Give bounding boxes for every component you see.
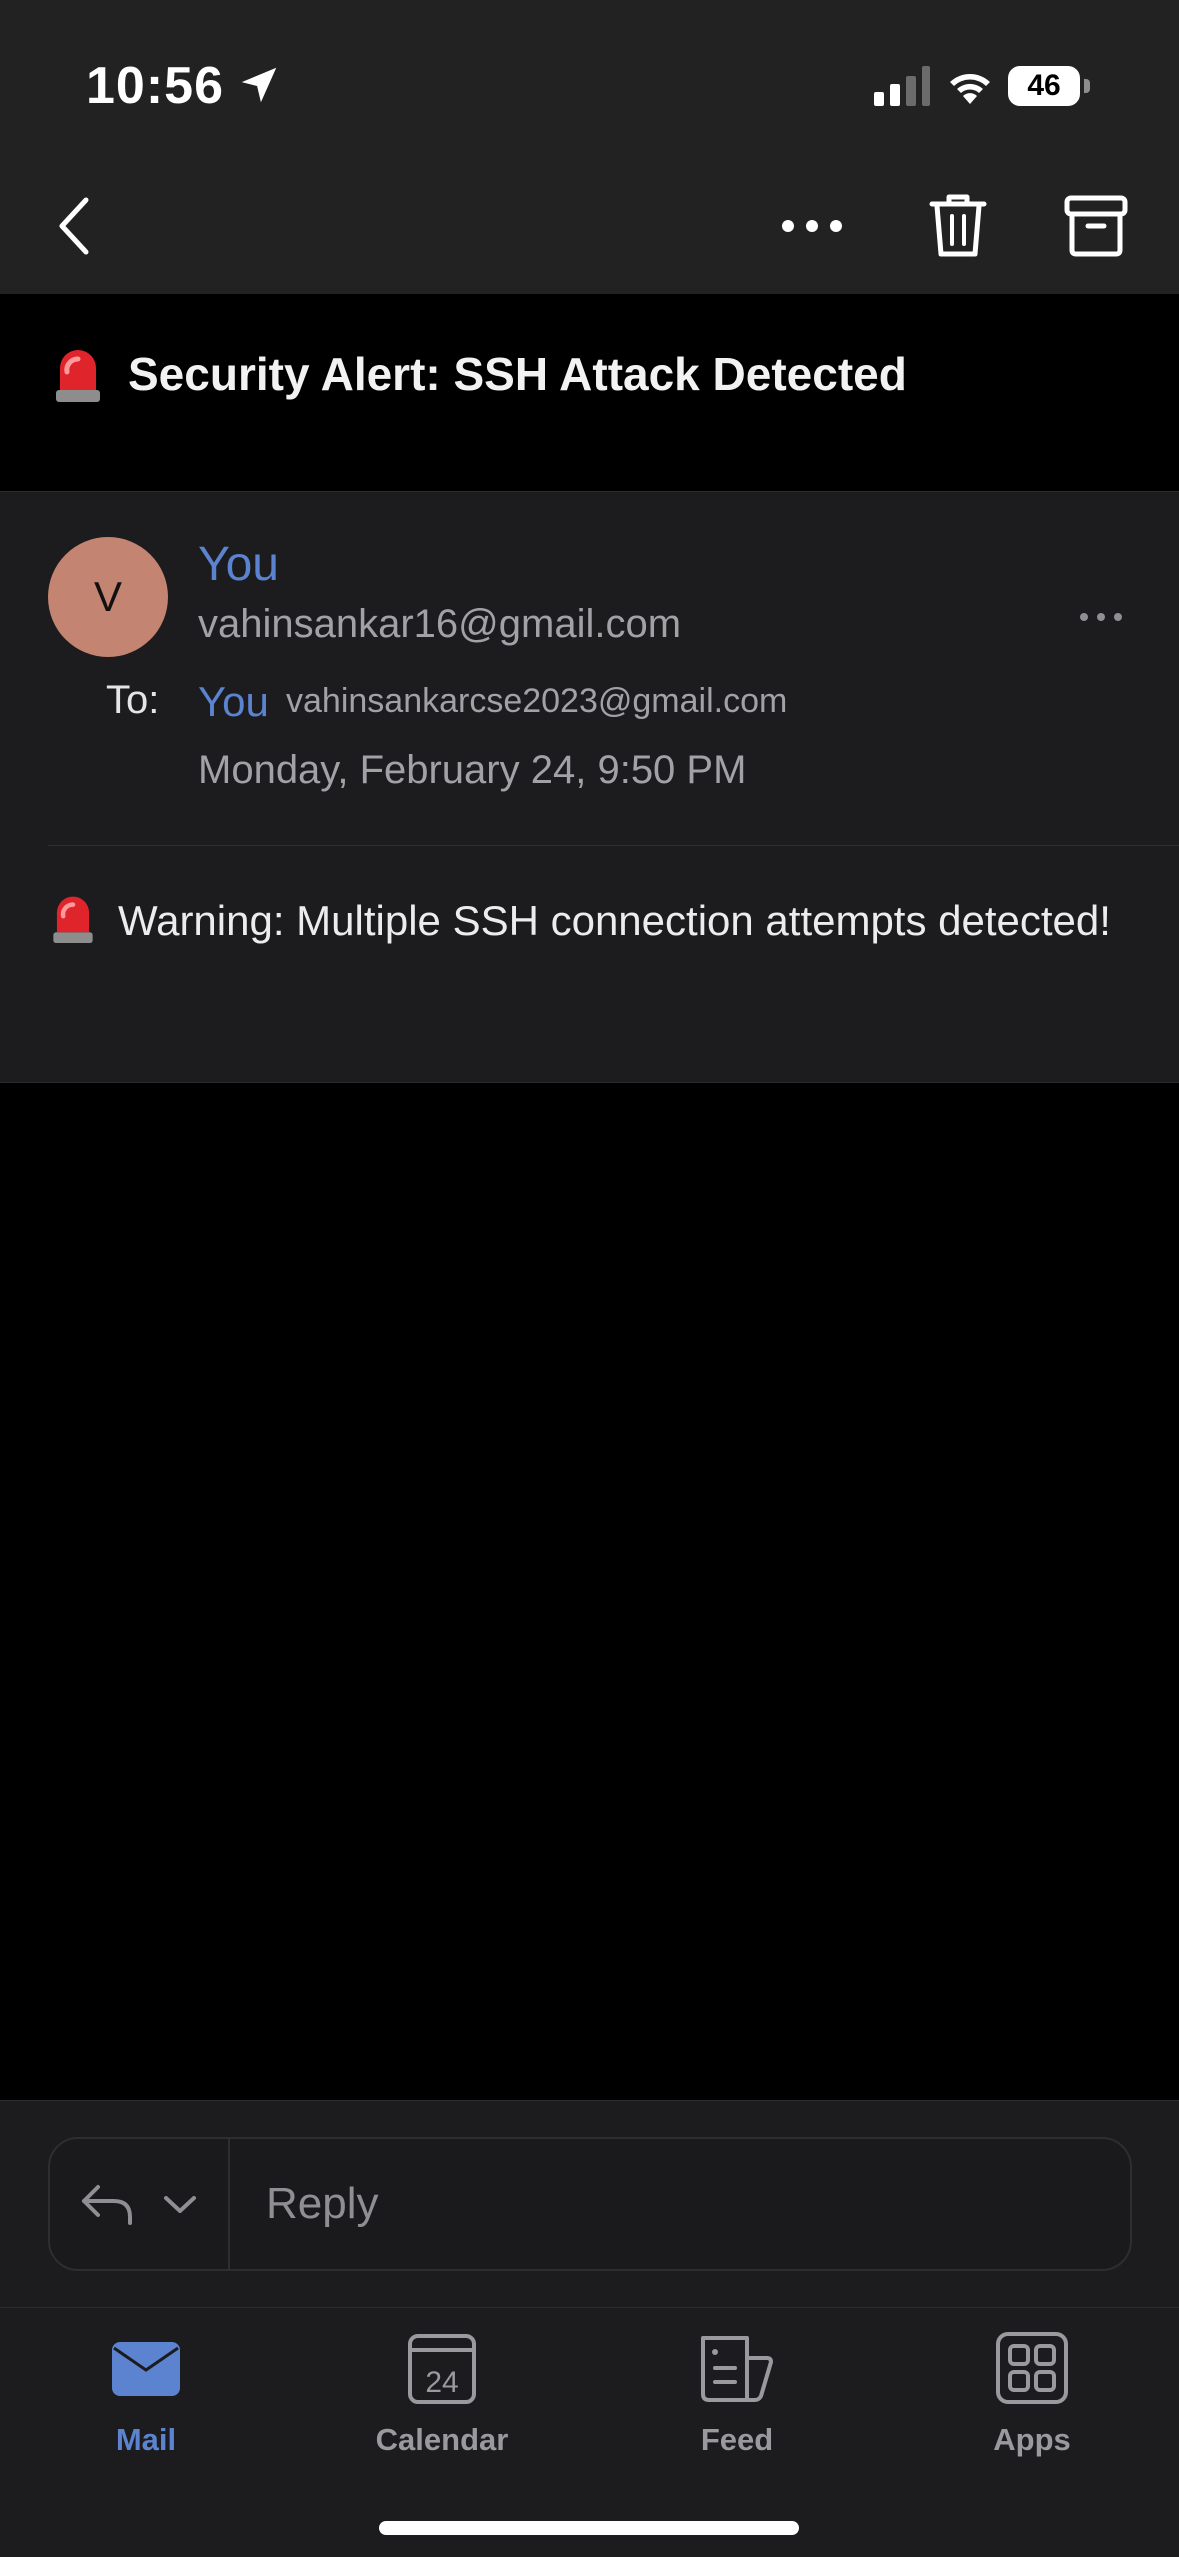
archive-icon[interactable]	[1060, 190, 1132, 262]
wifi-icon	[950, 74, 990, 104]
reply-area: Reply	[0, 2100, 1179, 2308]
header-divider	[48, 845, 1179, 846]
calendar-icon: 24	[408, 2334, 476, 2404]
home-indicator[interactable]	[379, 2521, 799, 2535]
trash-icon[interactable]	[922, 190, 994, 262]
feed-icon	[701, 2336, 773, 2402]
top-bar: 10:56 46	[0, 0, 1179, 294]
email-subject: Security Alert: SSH Attack Detected	[50, 344, 1150, 404]
avatar[interactable]: V	[48, 537, 168, 657]
message-date: Monday, February 24, 9:50 PM	[198, 748, 747, 792]
chevron-down-icon[interactable]	[160, 2187, 200, 2221]
tab-apps-label: Apps	[993, 2422, 1071, 2457]
calendar-day: 24	[425, 2366, 458, 2399]
tab-feed[interactable]: Feed	[622, 2328, 852, 2498]
reply-box[interactable]: Reply	[48, 2137, 1132, 2271]
chevron-left-icon[interactable]	[40, 190, 112, 262]
siren-icon	[53, 896, 93, 943]
tab-calendar-label: Calendar	[375, 2422, 509, 2457]
status-time: 10:56	[86, 57, 224, 115]
subject-text: Security Alert: SSH Attack Detected	[128, 348, 907, 400]
reply-arrow-icon[interactable]	[78, 2179, 136, 2229]
tab-mail-label: Mail	[115, 2422, 177, 2457]
to-label: To:	[106, 678, 160, 722]
sender-name[interactable]: You	[198, 537, 279, 592]
message-card: V You vahinsankar16@gmail.com To: You va…	[0, 491, 1179, 1083]
message-body: Warning: Multiple SSH connection attempt…	[48, 888, 1128, 954]
tab-bar: Mail 24 Calendar Feed Apps	[0, 2307, 1179, 2557]
subject-area: Security Alert: SSH Attack Detected	[0, 294, 1179, 490]
ellipsis-icon[interactable]	[776, 190, 848, 262]
tab-feed-label: Feed	[700, 2422, 774, 2457]
cellular-signal-icon	[874, 66, 930, 106]
reply-options-button[interactable]	[50, 2139, 230, 2269]
tab-calendar[interactable]: 24 Calendar	[327, 2328, 557, 2498]
mail-icon	[112, 2342, 180, 2396]
siren-icon	[56, 350, 100, 402]
sender-email: vahinsankar16@gmail.com	[198, 602, 682, 646]
battery-tip	[1084, 79, 1090, 93]
tab-mail[interactable]: Mail	[31, 2328, 261, 2498]
reply-placeholder[interactable]: Reply	[266, 2139, 379, 2269]
recipient-email: vahinsankarcse2023@gmail.com	[286, 682, 788, 720]
tab-apps[interactable]: Apps	[917, 2328, 1147, 2498]
apps-grid-icon	[996, 2332, 1068, 2404]
message-ellipsis-icon[interactable]	[1076, 602, 1126, 632]
battery-level: 46	[1027, 69, 1061, 102]
location-arrow-icon	[241, 67, 277, 103]
message-body-text: Warning: Multiple SSH connection attempt…	[118, 897, 1111, 944]
recipient-name[interactable]: You	[198, 678, 269, 726]
battery-indicator: 46	[1008, 66, 1092, 106]
